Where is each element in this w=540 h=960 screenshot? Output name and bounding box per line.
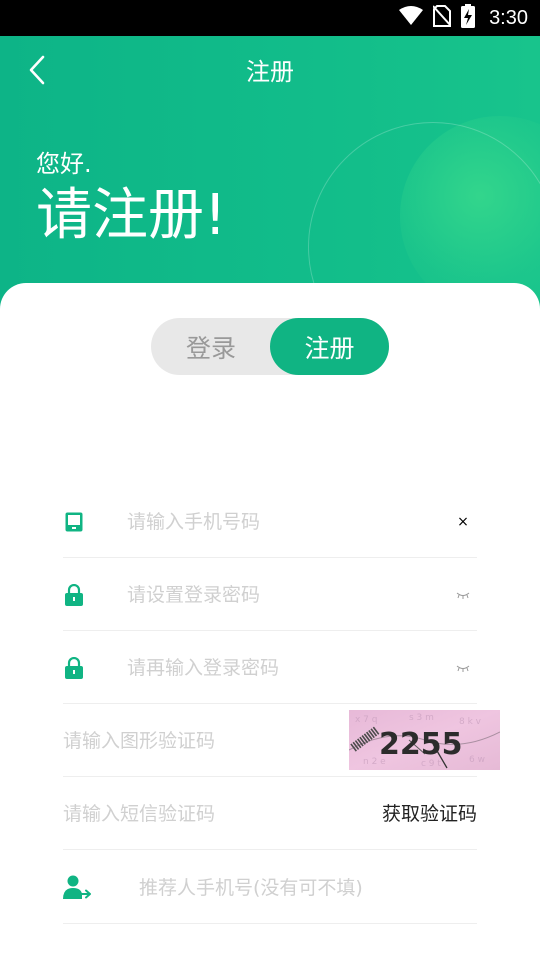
clear-phone-button[interactable]: ×: [449, 507, 477, 537]
captcha-image[interactable]: x 7 qs 3 m8 k v n 2 ec 9 t6 w 2255: [349, 710, 500, 770]
password-row: [63, 558, 477, 631]
svg-text:2255: 2255: [379, 727, 463, 762]
close-icon: ×: [457, 514, 469, 530]
svg-text:8 k v: 8 k v: [459, 717, 482, 727]
get-sms-code-button[interactable]: 获取验证码: [382, 797, 477, 831]
eye-closed-icon: [456, 665, 470, 672]
tab-login[interactable]: 登录: [151, 318, 271, 375]
password-input[interactable]: [127, 578, 427, 612]
phone-input[interactable]: [127, 505, 427, 539]
tab-register[interactable]: 注册: [270, 318, 389, 375]
phone-row: ×: [63, 485, 477, 558]
lock-icon: [63, 558, 85, 631]
wifi-icon: [399, 6, 424, 30]
page-title: 注册: [246, 58, 294, 86]
headline-text: 请注册!: [36, 183, 227, 248]
lock-icon: [63, 631, 85, 704]
sms-code-input[interactable]: [63, 797, 343, 831]
svg-text:s 3 m: s 3 m: [409, 713, 434, 723]
referrer-row: [63, 851, 477, 924]
sms-code-row: 获取验证码: [63, 777, 477, 850]
register-card: 登录 注册 ×: [0, 283, 540, 960]
eye-closed-icon: [456, 592, 470, 599]
referrer-phone-input[interactable]: [139, 871, 439, 905]
captcha-input[interactable]: [63, 724, 343, 758]
greeting-text: 您好.: [36, 150, 92, 178]
toggle-confirm-password-visibility[interactable]: [449, 653, 477, 683]
user-share-icon: [63, 851, 93, 924]
battery-charging-icon: [461, 4, 476, 32]
svg-text:x 7 q: x 7 q: [355, 715, 378, 725]
captcha-row: x 7 qs 3 m8 k v n 2 ec 9 t6 w 2255: [63, 704, 500, 777]
status-icons: 3:30: [399, 0, 528, 36]
confirm-password-input[interactable]: [127, 651, 427, 685]
clock: 3:30: [489, 6, 528, 29]
confirm-password-row: [63, 631, 477, 704]
phone-icon: [63, 485, 85, 558]
status-bar: 3:30: [0, 0, 540, 36]
auth-tab-switch: 登录 注册: [151, 318, 389, 375]
captcha-text-graphic: 2255: [379, 727, 463, 762]
svg-text:6 w: 6 w: [469, 755, 485, 765]
toggle-password-visibility[interactable]: [449, 580, 477, 610]
no-sim-icon: [432, 5, 452, 31]
